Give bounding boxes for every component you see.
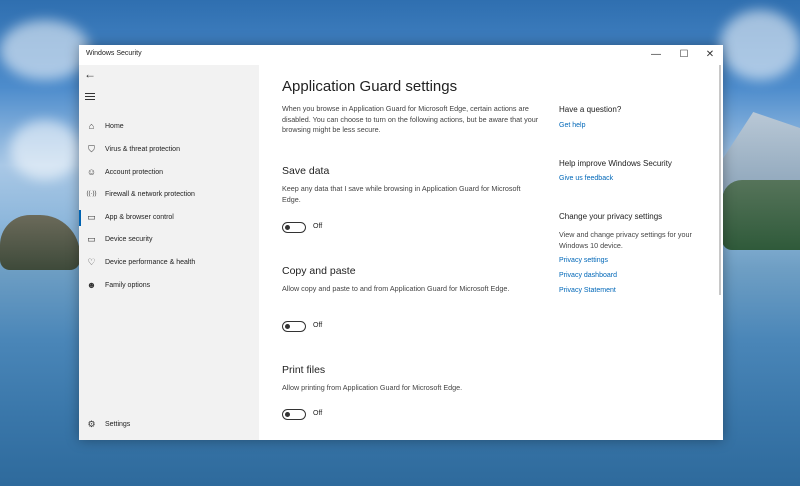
sidebar-item-label: Family options [105,282,151,289]
active-indicator [79,210,81,226]
sidebar: ← ⌂ Home ⛉ Virus & threat protection ☺ A… [79,65,259,440]
window-title: Windows Security [86,50,142,57]
intro-text: When you browse in Application Guard for… [282,104,539,134]
shield-icon: ⛉ [88,144,95,154]
maximize-button[interactable]: ☐ [672,47,696,63]
wifi-icon: ((·)) [86,191,97,197]
person-icon: ☺ [86,167,97,177]
sidebar-item-label: Settings [105,421,131,428]
laptop-icon: ▭ [87,234,96,244]
privacy-heading: Change your privacy settings [559,212,663,221]
privacy-statement-link[interactable]: Privacy Statement [559,287,616,294]
sidebar-item-app-browser-control[interactable]: ▭ App & browser control [79,208,259,228]
privacy-settings-link[interactable]: Privacy settings [559,257,608,264]
toggle-knob [285,412,290,417]
title-bar: Windows Security — ☐ ✕ [79,45,723,65]
save-data-toggle[interactable] [282,222,306,233]
save-data-description: Keep any data that I save while browsing… [282,184,521,204]
sidebar-item-label: Firewall & network protection [105,191,195,198]
get-help-link[interactable]: Get help [559,122,585,129]
copy-paste-toggle-state: Off [313,322,323,329]
sidebar-item-settings[interactable]: ⚙ Settings [79,415,259,435]
sidebar-item-firewall-network-protection[interactable]: ((·)) Firewall & network protection [79,185,259,205]
sidebar-item-device-security[interactable]: ▭ Device security [79,230,259,250]
copy-paste-description: Allow copy and paste to and from Applica… [282,284,510,293]
question-heading: Have a question? [559,105,622,114]
sidebar-item-home[interactable]: ⌂ Home [79,117,259,137]
background-cloud [10,120,80,180]
windows-security-window: Windows Security — ☐ ✕ ← ⌂ Home ⛉ Virus … [79,45,723,440]
feedback-link[interactable]: Give us feedback [559,175,613,182]
back-arrow-icon[interactable]: ← [84,67,96,81]
sidebar-item-label: Device security [105,236,153,243]
copy-paste-title: Copy and paste [282,265,356,277]
close-button[interactable]: ✕ [698,47,722,63]
sidebar-item-label: Account protection [105,169,163,176]
scrollbar[interactable] [719,65,721,295]
app-window-icon: ▭ [87,212,96,222]
sidebar-item-account-protection[interactable]: ☺ Account protection [79,163,259,183]
sidebar-item-label: App & browser control [105,214,174,221]
print-files-toggle-state: Off [313,410,323,417]
heart-icon: ♡ [87,257,96,267]
sidebar-item-label: Device performance & health [105,259,196,266]
print-files-title: Print files [282,364,326,376]
sidebar-item-virus-threat-protection[interactable]: ⛉ Virus & threat protection [79,140,259,160]
background-rocks [0,215,80,270]
gear-icon: ⚙ [87,419,96,429]
background-cloud [0,20,90,80]
background-cloud [720,10,800,80]
toggle-knob [285,225,290,230]
privacy-description: View and change privacy settings for you… [559,230,692,250]
print-files-toggle[interactable] [282,409,306,420]
improve-heading: Help improve Windows Security [559,159,672,168]
sidebar-item-device-performance-health[interactable]: ♡ Device performance & health [79,253,259,273]
print-files-description: Allow printing from Application Guard fo… [282,383,463,392]
privacy-dashboard-link[interactable]: Privacy dashboard [559,272,617,279]
sidebar-item-family-options[interactable]: ☻ Family options [79,276,259,296]
family-icon: ☻ [86,280,97,290]
minimize-button[interactable]: — [644,47,668,63]
toggle-knob [285,324,290,329]
sidebar-item-label: Home [105,123,124,130]
background-island [722,180,800,250]
page-title: Application Guard settings [282,78,458,95]
hamburger-menu-icon[interactable] [85,91,95,102]
home-icon: ⌂ [88,121,95,131]
save-data-toggle-state: Off [313,223,323,230]
copy-paste-toggle[interactable] [282,321,306,332]
save-data-title: Save data [282,165,330,177]
sidebar-item-label: Virus & threat protection [105,146,180,153]
